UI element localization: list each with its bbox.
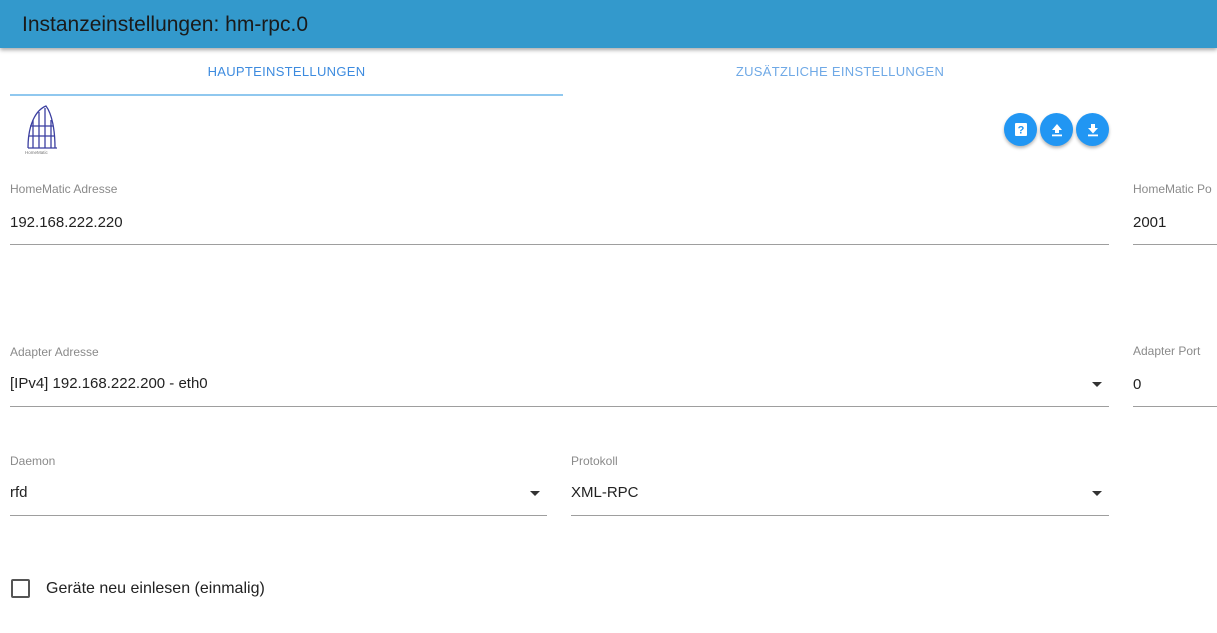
homematic-port-label: HomeMatic Po xyxy=(1133,182,1212,196)
adapter-address-label: Adapter Adresse xyxy=(10,345,99,359)
protocol-label: Protokoll xyxy=(571,454,618,468)
chevron-down-icon[interactable] xyxy=(1092,382,1102,387)
upload-icon xyxy=(1051,123,1062,136)
help-button[interactable]: ? xyxy=(1004,113,1037,146)
tab-additional-settings[interactable]: ZUSÄTZLICHE EINSTELLUNGEN xyxy=(563,64,1117,96)
tab-additional-settings-label: ZUSÄTZLICHE EINSTELLUNGEN xyxy=(735,64,945,79)
adapter-port-input[interactable]: 0 xyxy=(1133,376,1141,393)
adapter-address-underline xyxy=(10,406,1109,407)
chevron-down-icon[interactable] xyxy=(1092,491,1102,496)
homematic-port-input[interactable]: 2001 xyxy=(1133,214,1166,231)
upload-button[interactable] xyxy=(1040,113,1073,146)
homematic-port-underline xyxy=(1133,244,1217,245)
daemon-underline xyxy=(10,515,547,516)
daemon-select[interactable]: rfd xyxy=(10,484,28,501)
adapter-port-label: Adapter Port xyxy=(1133,344,1201,358)
logo-text: HomeMatic xyxy=(25,150,49,155)
svg-text:?: ? xyxy=(1017,124,1024,136)
tab-main-settings-label: HAUPTEINSTELLUNGEN xyxy=(207,64,366,79)
reload-devices-label: Geräte neu einlesen (einmalig) xyxy=(46,580,265,597)
download-icon xyxy=(1087,123,1098,136)
adapter-address-select[interactable]: [IPv4] 192.168.222.200 - eth0 xyxy=(10,375,208,392)
chevron-down-icon[interactable] xyxy=(530,491,540,496)
protocol-select[interactable]: XML-RPC xyxy=(571,484,639,501)
help-icon: ? xyxy=(1014,122,1027,136)
homematic-address-label: HomeMatic Adresse xyxy=(10,182,118,196)
homematic-logo: HomeMatic xyxy=(25,105,57,155)
adapter-port-underline xyxy=(1133,406,1217,407)
title-bar: Instanzeinstellungen: hm-rpc.0 xyxy=(0,0,1217,48)
reload-devices-checkbox[interactable] xyxy=(11,579,30,598)
daemon-label: Daemon xyxy=(10,454,56,468)
tab-main-settings[interactable]: HAUPTEINSTELLUNGEN xyxy=(10,64,563,96)
homematic-address-underline xyxy=(10,244,1109,245)
homematic-address-input[interactable]: 192.168.222.220 xyxy=(10,214,123,231)
protocol-underline xyxy=(571,515,1109,516)
page-title: Instanzeinstellungen: hm-rpc.0 xyxy=(22,13,308,36)
download-button[interactable] xyxy=(1076,113,1109,146)
